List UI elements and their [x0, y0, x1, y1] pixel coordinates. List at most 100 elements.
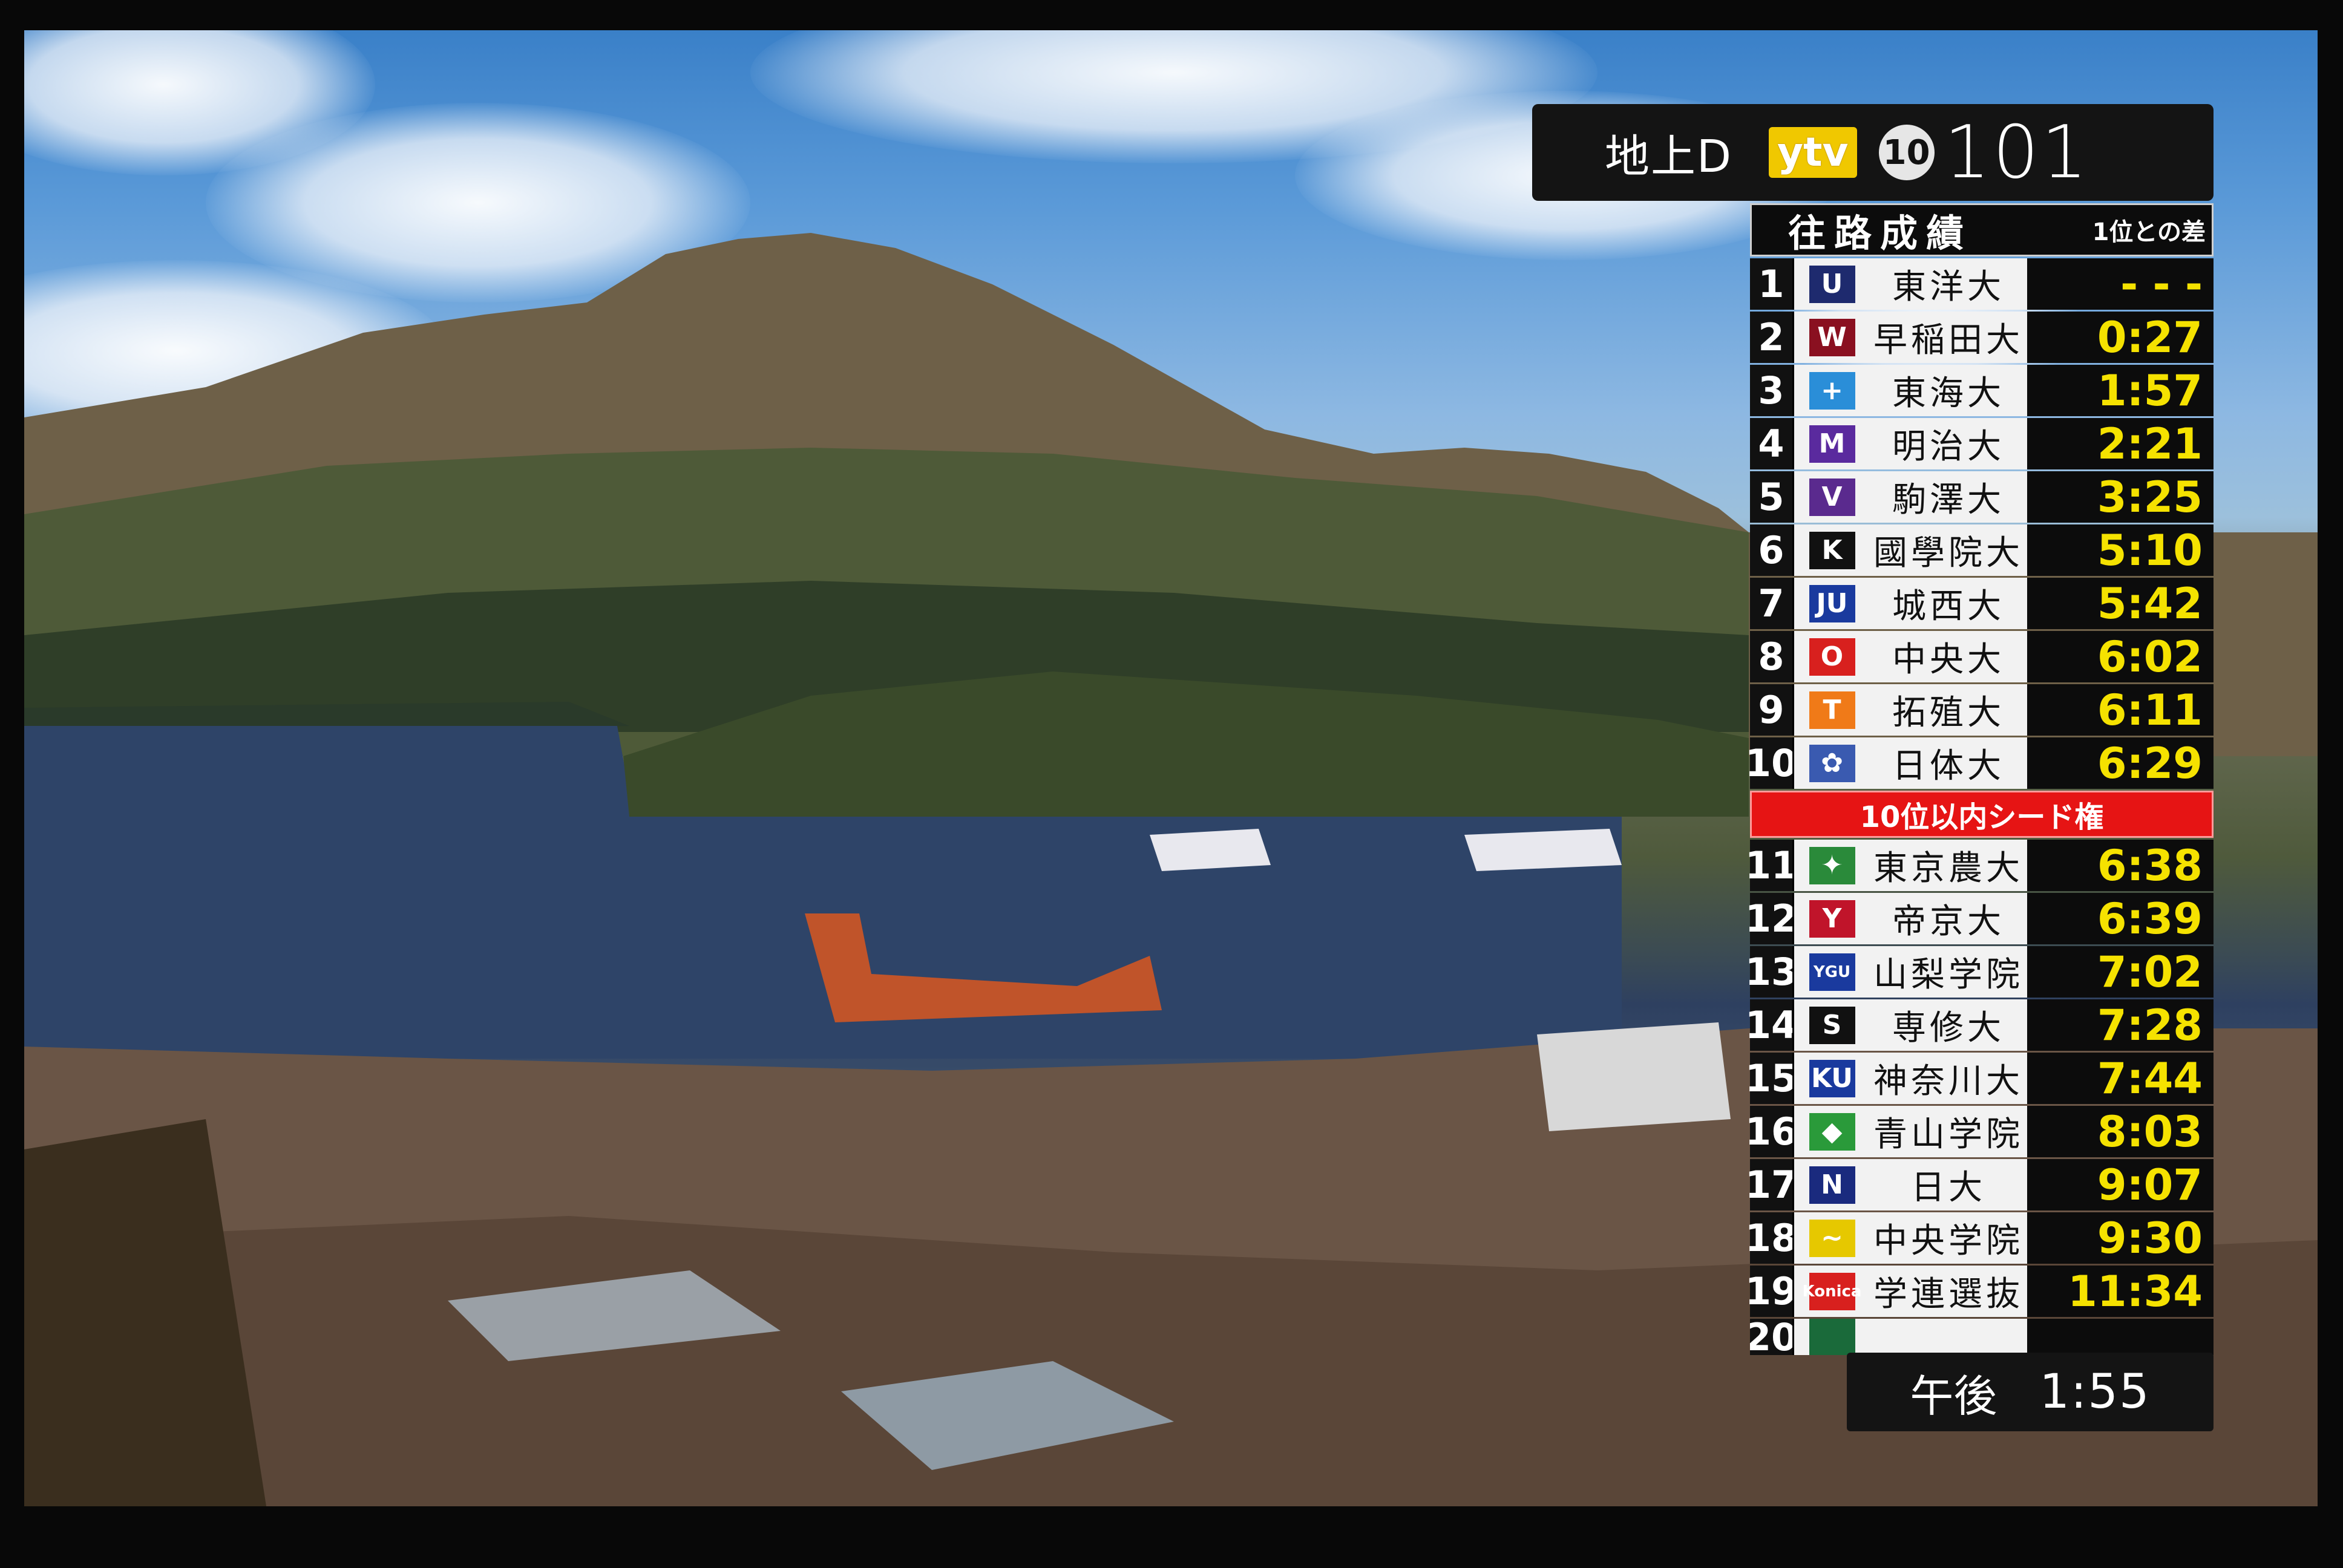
school-name-cell: 東海大: [1870, 365, 2027, 416]
broadcast-source: 地上D: [1605, 130, 1732, 183]
school-name-cell: [1870, 1319, 2027, 1355]
school-emblem-icon: M: [1809, 425, 1855, 463]
standings-rows-top: 1 U 東洋大 - - -2 W 早稲田大 0:27 3 + 東海大 1:57 4 M 明治大 2:21 5 V…: [1745, 258, 2214, 789]
rank-cell: 18: [1745, 1212, 1797, 1264]
school-emblem-icon: K: [1809, 531, 1855, 569]
table-row: 4 M 明治大 2:21: [1750, 418, 2214, 469]
table-row: 18 ~ 中央学院 9:30: [1745, 1212, 2214, 1264]
table-row: 13 YGU 山梨学院 7:02: [1745, 946, 2214, 998]
school-name-cell: 早稲田大: [1870, 312, 2027, 363]
school-emblem-cell: M: [1792, 418, 1870, 469]
table-row: 16 ◆ 青山学院 8:03: [1745, 1106, 2214, 1157]
school-emblem-icon: Konica: [1803, 1272, 1861, 1310]
table-row: 10 ✿ 日体大 6:29: [1745, 737, 2214, 789]
clock-time: 1:55: [2039, 1365, 2151, 1419]
clock-display: 午後 1:55: [1847, 1353, 2214, 1431]
time-diff-cell: 6:39: [2027, 893, 2214, 944]
school-emblem-cell: O: [1792, 631, 1870, 682]
school-name-cell: 専修大: [1870, 999, 2027, 1051]
school-emblem-icon: ✦: [1809, 846, 1855, 884]
school-emblem-cell: ✦: [1792, 840, 1870, 891]
table-row: 9 T 拓殖大 6:11: [1750, 684, 2214, 736]
rank-cell: 13: [1745, 946, 1797, 998]
school-emblem-icon: T: [1809, 691, 1855, 729]
rank-cell: 4: [1750, 418, 1792, 469]
school-emblem-cell: U: [1792, 258, 1870, 310]
time-diff-cell: 9:07: [2027, 1159, 2214, 1210]
school-emblem-cell: KU: [1792, 1053, 1870, 1104]
time-diff-cell: - - -: [2027, 258, 2214, 310]
time-diff-cell: [2027, 1319, 2214, 1355]
school-emblem-icon: N: [1809, 1166, 1855, 1204]
rank-cell: 20: [1750, 1319, 1798, 1355]
rank-cell: 5: [1750, 471, 1792, 523]
school-name-cell: 城西大: [1870, 578, 2027, 629]
school-emblem-icon: ~: [1809, 1219, 1855, 1257]
school-emblem-cell: Konica: [1792, 1266, 1870, 1317]
rank-cell: 19: [1745, 1266, 1797, 1317]
time-diff-cell: 2:21: [2027, 418, 2214, 469]
school-emblem-cell: JU: [1792, 578, 1870, 629]
school-emblem-icon: KU: [1809, 1059, 1855, 1097]
standings-subtitle: 1位との差: [2092, 218, 2206, 246]
standings-header: 往路成績 1位との差: [1750, 203, 2214, 256]
school-emblem-cell: ◆: [1792, 1106, 1870, 1157]
time-diff-cell: 6:38: [2027, 840, 2214, 891]
school-emblem-icon: W: [1809, 318, 1855, 356]
school-emblem-cell: T: [1792, 684, 1870, 736]
rank-cell: 6: [1750, 524, 1792, 576]
school-emblem-icon: [1809, 1319, 1855, 1355]
rank-cell: 9: [1750, 684, 1792, 736]
remote-key-badge: 10: [1878, 125, 1935, 180]
school-emblem-cell: [1792, 1319, 1870, 1355]
time-diff-cell: 7:28: [2027, 999, 2214, 1051]
school-emblem-icon: JU: [1809, 584, 1855, 622]
time-diff-cell: 9:30: [2027, 1212, 2214, 1264]
time-diff-cell: 7:02: [2027, 946, 2214, 998]
school-emblem-icon: V: [1809, 478, 1855, 516]
school-emblem-cell: N: [1792, 1159, 1870, 1210]
table-row: 19 Konica 学連選抜 11:34: [1745, 1266, 2214, 1317]
time-diff-cell: 8:03: [2027, 1106, 2214, 1157]
rank-cell: 17: [1745, 1159, 1797, 1210]
time-diff-cell: 6:02: [2027, 631, 2214, 682]
table-row: 8 O 中央大 6:02: [1750, 631, 2214, 682]
rank-cell: 2: [1750, 312, 1792, 363]
school-emblem-icon: O: [1809, 638, 1855, 676]
school-emblem-cell: ✿: [1792, 737, 1870, 789]
table-row: 14 S 専修大 7:28: [1745, 999, 2214, 1051]
rank-cell: 10: [1745, 737, 1797, 789]
school-emblem-icon: ✿: [1809, 744, 1855, 782]
school-emblem-cell: YGU: [1792, 946, 1870, 998]
time-diff-cell: 7:44: [2027, 1053, 2214, 1104]
school-name-cell: 中央学院: [1870, 1212, 2027, 1264]
time-diff-cell: 6:29: [2027, 737, 2214, 789]
rank-cell: 15: [1745, 1053, 1797, 1104]
school-emblem-icon: +: [1809, 371, 1855, 410]
school-name-cell: 東京農大: [1870, 840, 2027, 891]
table-row: 2 W 早稲田大 0:27: [1750, 312, 2214, 363]
school-emblem-icon: S: [1809, 1006, 1855, 1044]
table-row: 20: [1750, 1319, 2214, 1355]
school-emblem-icon: Y: [1809, 900, 1855, 938]
school-emblem-icon: YGU: [1809, 953, 1855, 991]
table-row: 6 K 國學院大 5:10: [1750, 524, 2214, 576]
table-row: 12 Y 帝京大 6:39: [1745, 893, 2214, 944]
channel-number: 101: [1944, 110, 2090, 195]
school-emblem-icon: U: [1809, 265, 1855, 303]
rank-cell: 16: [1745, 1106, 1797, 1157]
time-diff-cell: 3:25: [2027, 471, 2214, 523]
table-row: 1 U 東洋大 - - -: [1750, 258, 2214, 310]
school-emblem-cell: S: [1792, 999, 1870, 1051]
table-row: 5 V 駒澤大 3:25: [1750, 471, 2214, 523]
school-name-cell: 中央大: [1870, 631, 2027, 682]
channel-banner: 地上D ytv 10 101: [1532, 104, 2214, 201]
school-name-cell: 学連選抜: [1870, 1266, 2027, 1317]
rank-cell: 14: [1745, 999, 1797, 1051]
time-diff-cell: 5:42: [2027, 578, 2214, 629]
table-row: 15 KU 神奈川大 7:44: [1745, 1053, 2214, 1104]
rank-cell: 11: [1745, 840, 1797, 891]
school-emblem-cell: W: [1792, 312, 1870, 363]
standings-board: 往路成績 1位との差 1 U 東洋大 - - - 2 W 早稲田大 0:27 3 + 東海大 1:57…: [1745, 203, 2214, 1355]
school-emblem-cell: +: [1792, 365, 1870, 416]
